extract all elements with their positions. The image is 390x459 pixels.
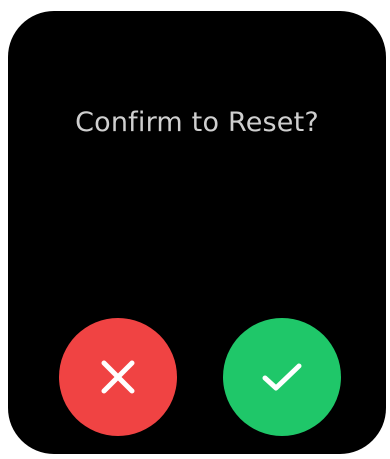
watch-screen: Confirm to Reset?	[8, 11, 386, 454]
cancel-button[interactable]	[59, 318, 177, 436]
confirm-button[interactable]	[223, 318, 341, 436]
reset-confirmation-prompt: Confirm to Reset?	[75, 107, 319, 138]
check-icon	[260, 360, 304, 394]
close-icon	[98, 357, 138, 397]
